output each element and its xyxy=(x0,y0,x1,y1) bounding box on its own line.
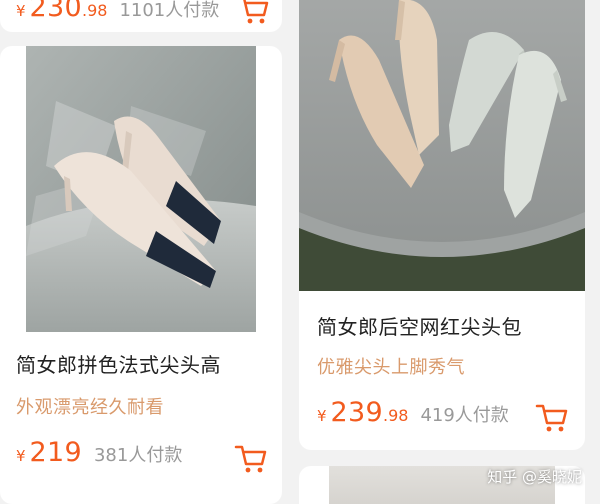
product-title[interactable]: 简女郎拼色法式尖头高 xyxy=(16,349,221,378)
shopping-cart-icon[interactable] xyxy=(535,400,569,434)
shopping-cart-icon[interactable] xyxy=(236,0,270,26)
product-card[interactable]: 简女郎拼色法式尖头高 外观漂亮经久耐看 ¥ 219 381人付款 xyxy=(0,46,282,504)
sold-count: 381人付款 xyxy=(93,445,183,466)
watermark: 知乎 @奚晓妮 xyxy=(487,468,582,486)
sold-count: 1101人付款 xyxy=(119,0,220,21)
price-decimal: .98 xyxy=(81,1,108,20)
product-card-top-left[interactable]: ¥ 230 .98 1101人付款 xyxy=(0,0,282,32)
price-integer: 219 xyxy=(29,437,82,468)
price-row: ¥ 219 381人付款 xyxy=(16,437,182,468)
product-image[interactable] xyxy=(299,0,585,291)
product-title[interactable]: 简女郎后空网红尖头包 xyxy=(317,311,522,340)
shopping-cart-icon[interactable] xyxy=(234,441,268,475)
product-image[interactable] xyxy=(26,46,256,332)
price-decimal: .98 xyxy=(382,406,409,425)
price-row: ¥ 239 .98 419人付款 xyxy=(317,397,509,428)
product-tagline: 优雅尖头上脚秀气 xyxy=(317,357,465,378)
product-card[interactable]: 简女郎后空网红尖头包 优雅尖头上脚秀气 ¥ 239 .98 419人付款 xyxy=(299,0,585,450)
product-image-art xyxy=(26,46,256,332)
product-image-art xyxy=(299,0,585,291)
price-row: ¥ 230 .98 1101人付款 xyxy=(16,0,219,23)
sold-count: 419人付款 xyxy=(420,405,509,426)
price-integer: 239 xyxy=(330,397,383,428)
product-tagline: 外观漂亮经久耐看 xyxy=(16,397,164,418)
price-currency: ¥ xyxy=(16,447,26,465)
price-currency: ¥ xyxy=(317,407,327,425)
price-integer: 230 xyxy=(29,0,82,23)
price-currency: ¥ xyxy=(16,2,26,20)
